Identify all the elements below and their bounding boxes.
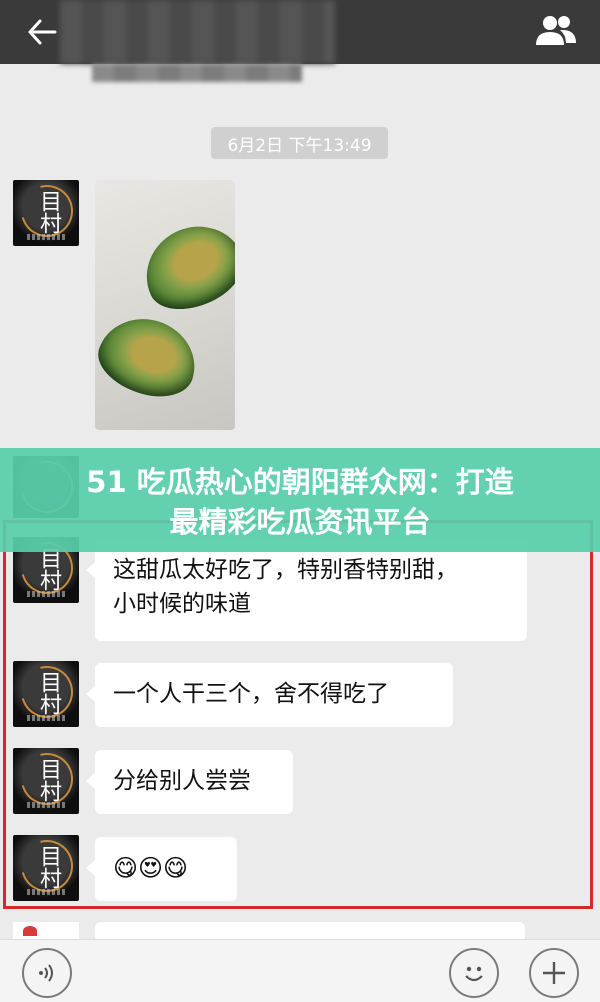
sender-avatar[interactable]: 目村 (13, 180, 79, 246)
back-arrow-icon[interactable] (22, 12, 62, 52)
message-bubble[interactable]: 分给别人尝尝 (86, 750, 293, 814)
top-navigation-bar (0, 0, 600, 64)
sender-avatar[interactable]: 目村 (13, 835, 79, 901)
sender-avatar[interactable]: 目村 (13, 661, 79, 727)
group-members-icon[interactable] (532, 10, 580, 50)
emoji-icon[interactable] (449, 948, 499, 998)
banner-line-2: 最精彩吃瓜资讯平台 (169, 505, 431, 539)
blurred-chat-title (60, 0, 335, 64)
message-bubble[interactable]: 这甜瓜太好吃了，特别香特别甜， 小时候的味道 (86, 539, 527, 641)
banner-line-1: 51 吃瓜热心的朝阳群众网：打造 (86, 465, 514, 499)
blurred-subtitle (92, 64, 302, 82)
plus-icon[interactable] (529, 948, 579, 998)
bottom-input-bar (0, 939, 600, 1002)
emoji-message-bubble[interactable]: 😋😍😋 (86, 837, 237, 901)
sender-avatar[interactable]: 目村 (13, 748, 79, 814)
overlay-title-banner: 51 吃瓜热心的朝阳群众网：打造 最精彩吃瓜资讯平台 (0, 448, 600, 552)
avatar-glyph: 目村 (36, 671, 61, 715)
avatar-glyph: 目村 (36, 190, 61, 234)
avatar-glyph: 目村 (36, 845, 61, 889)
voice-icon[interactable] (22, 948, 72, 998)
message-timestamp: 6月2日 下午13:49 (211, 127, 388, 159)
melon-photo-message[interactable] (95, 180, 235, 430)
message-bubble[interactable]: 一个人干三个，舍不得吃了 (86, 663, 453, 727)
avatar-glyph: 目村 (36, 758, 61, 802)
